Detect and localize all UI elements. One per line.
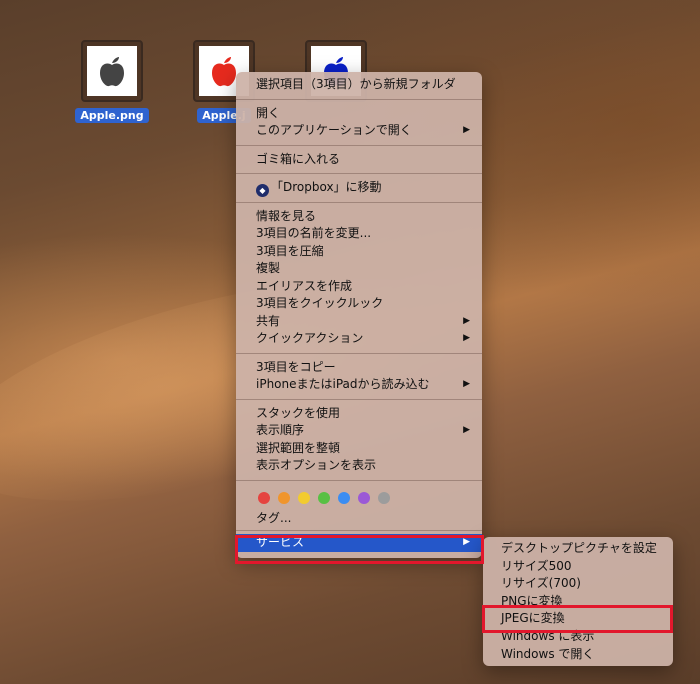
menu-item-clean-up-selection[interactable]: 選択範囲を整頓: [236, 440, 482, 458]
menu-separator: [236, 173, 482, 174]
menu-item-import-from-iphone[interactable]: iPhoneまたはiPadから読み込む ▶: [236, 376, 482, 394]
tag-yellow[interactable]: [298, 491, 310, 504]
desktop-icon-apple-gray[interactable]: Apple.png: [74, 40, 150, 123]
tag-gray[interactable]: [378, 491, 390, 504]
service-open-in-windows[interactable]: Windows で開く: [483, 646, 673, 664]
menu-item-move-to-dropbox[interactable]: ◆ 「Dropbox」に移動: [236, 179, 482, 197]
menu-item-share[interactable]: 共有 ▶: [236, 313, 482, 331]
service-convert-to-png[interactable]: PNGに変換: [483, 593, 673, 611]
menu-item-services[interactable]: サービス ▶: [236, 534, 482, 552]
menu-item-quick-actions[interactable]: クイックアクション ▶: [236, 330, 482, 348]
service-resize-700[interactable]: リサイズ(700): [483, 575, 673, 593]
submenu-arrow-icon: ▶: [463, 537, 470, 547]
menu-separator: [236, 144, 482, 146]
desktop-icon-label: Apple.png: [75, 108, 149, 123]
apple-logo-icon: [212, 57, 236, 87]
menu-item-get-info[interactable]: 情報を見る: [236, 208, 482, 226]
submenu-arrow-icon: ▶: [463, 333, 470, 343]
tag-red[interactable]: [258, 491, 270, 504]
menu-separator: [236, 352, 482, 354]
tag-orange[interactable]: [278, 491, 290, 504]
menu-item-tags[interactable]: タグ...: [236, 510, 482, 528]
menu-item-copy[interactable]: 3項目をコピー: [236, 359, 482, 377]
menu-item-use-stacks[interactable]: スタックを使用: [236, 405, 482, 423]
tag-color-row: [236, 486, 482, 510]
tag-purple[interactable]: [358, 491, 370, 504]
menu-item-rename[interactable]: 3項目の名前を変更...: [236, 225, 482, 243]
service-set-desktop-picture[interactable]: デスクトップピクチャを設定: [483, 540, 673, 558]
menu-item-make-alias[interactable]: エイリアスを作成: [236, 278, 482, 296]
service-show-in-windows[interactable]: Windows に表示: [483, 628, 673, 646]
dropbox-icon: ◆: [256, 184, 269, 197]
service-convert-to-jpeg[interactable]: JPEGに変換: [483, 610, 673, 628]
submenu-arrow-icon: ▶: [463, 125, 470, 135]
menu-item-open[interactable]: 開く: [236, 105, 482, 123]
tag-blue[interactable]: [338, 491, 350, 504]
context-menu: 選択項目（3項目）から新規フォルダ 開く このアプリケーションで開く ▶ ゴミ箱に…: [236, 72, 482, 558]
menu-item-sort-by[interactable]: 表示順序 ▶: [236, 422, 482, 440]
icon-thumbnail: [81, 40, 143, 102]
service-resize-500[interactable]: リサイズ500: [483, 558, 673, 576]
menu-separator: [236, 98, 482, 100]
menu-separator: [236, 398, 482, 400]
menu-separator: [236, 479, 482, 481]
menu-separator: [236, 201, 482, 203]
submenu-arrow-icon: ▶: [463, 425, 470, 435]
tag-green[interactable]: [318, 491, 330, 504]
menu-item-show-view-options[interactable]: 表示オプションを表示: [236, 457, 482, 475]
menu-item-move-to-trash[interactable]: ゴミ箱に入れる: [236, 151, 482, 169]
apple-logo-icon: [100, 57, 124, 87]
menu-item-open-with[interactable]: このアプリケーションで開く ▶: [236, 122, 482, 140]
submenu-arrow-icon: ▶: [463, 379, 470, 389]
menu-separator: [236, 530, 482, 531]
submenu-arrow-icon: ▶: [463, 315, 470, 326]
services-submenu: デスクトップピクチャを設定 リサイズ500 リサイズ(700) PNGに変換 J…: [483, 537, 673, 667]
menu-item-duplicate[interactable]: 複製: [236, 260, 482, 278]
menu-item-quick-look[interactable]: 3項目をクイックルック: [236, 295, 482, 313]
menu-item-compress[interactable]: 3項目を圧縮: [236, 243, 482, 261]
menu-item-new-folder[interactable]: 選択項目（3項目）から新規フォルダ: [236, 76, 482, 94]
